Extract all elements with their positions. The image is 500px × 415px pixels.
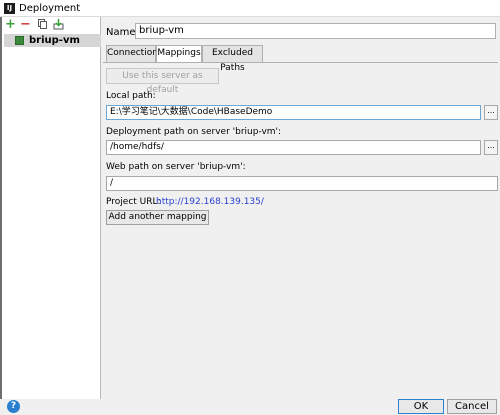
- project-url-label: Project URL:: [106, 197, 161, 207]
- use-as-default-button[interactable]: Use this server as default: [106, 68, 219, 95]
- window-title: Deployment: [19, 3, 81, 14]
- deployment-path-browse-button[interactable]: ...: [484, 140, 498, 155]
- project-url-link[interactable]: http://192.168.139.135/: [156, 197, 264, 207]
- name-label: Name:: [106, 27, 139, 38]
- local-path-label: Local path:: [106, 91, 156, 101]
- local-path-browse-button[interactable]: ...: [484, 105, 498, 120]
- tab-mappings[interactable]: Mappings: [156, 45, 202, 63]
- web-path-label: Web path on server 'briup-vm':: [106, 162, 246, 172]
- add-server-button[interactable]: +: [5, 18, 16, 31]
- remove-server-button[interactable]: −: [20, 18, 31, 31]
- server-list-panel: + − briup-vm: [2, 17, 101, 399]
- help-icon[interactable]: ?: [7, 400, 20, 413]
- import-server-button[interactable]: [53, 19, 64, 30]
- copy-icon-front: [40, 21, 47, 29]
- dialog-footer: ? OK Cancel: [0, 399, 500, 415]
- cancel-button[interactable]: Cancel: [447, 399, 497, 414]
- title-bar: IJ Deployment: [0, 0, 500, 17]
- server-item-briup-vm[interactable]: briup-vm: [4, 34, 101, 47]
- deployment-path-input[interactable]: /home/hdfs/: [106, 140, 481, 155]
- copy-server-button[interactable]: [37, 19, 48, 30]
- tab-excluded-paths[interactable]: Excluded Paths: [202, 45, 263, 73]
- import-icon: [53, 19, 64, 30]
- server-settings-panel: Name: briup-vm Connection Mappings Exclu…: [101, 17, 500, 399]
- ok-button[interactable]: OK: [398, 399, 444, 414]
- server-label: briup-vm: [29, 35, 80, 46]
- name-input[interactable]: briup-vm: [135, 23, 496, 39]
- server-icon: [15, 36, 24, 45]
- tab-connection[interactable]: Connection: [106, 45, 158, 62]
- deployment-path-label: Deployment path on server 'briup-vm':: [106, 127, 282, 137]
- web-path-input[interactable]: /: [106, 176, 498, 191]
- app-icon: IJ: [4, 3, 15, 14]
- local-path-input[interactable]: E:\学习笔记\大数据\Code\HBaseDemo: [106, 105, 481, 120]
- mappings-tab-content: Use this server as default Local path: E…: [103, 62, 498, 399]
- add-mapping-button[interactable]: Add another mapping: [106, 210, 209, 225]
